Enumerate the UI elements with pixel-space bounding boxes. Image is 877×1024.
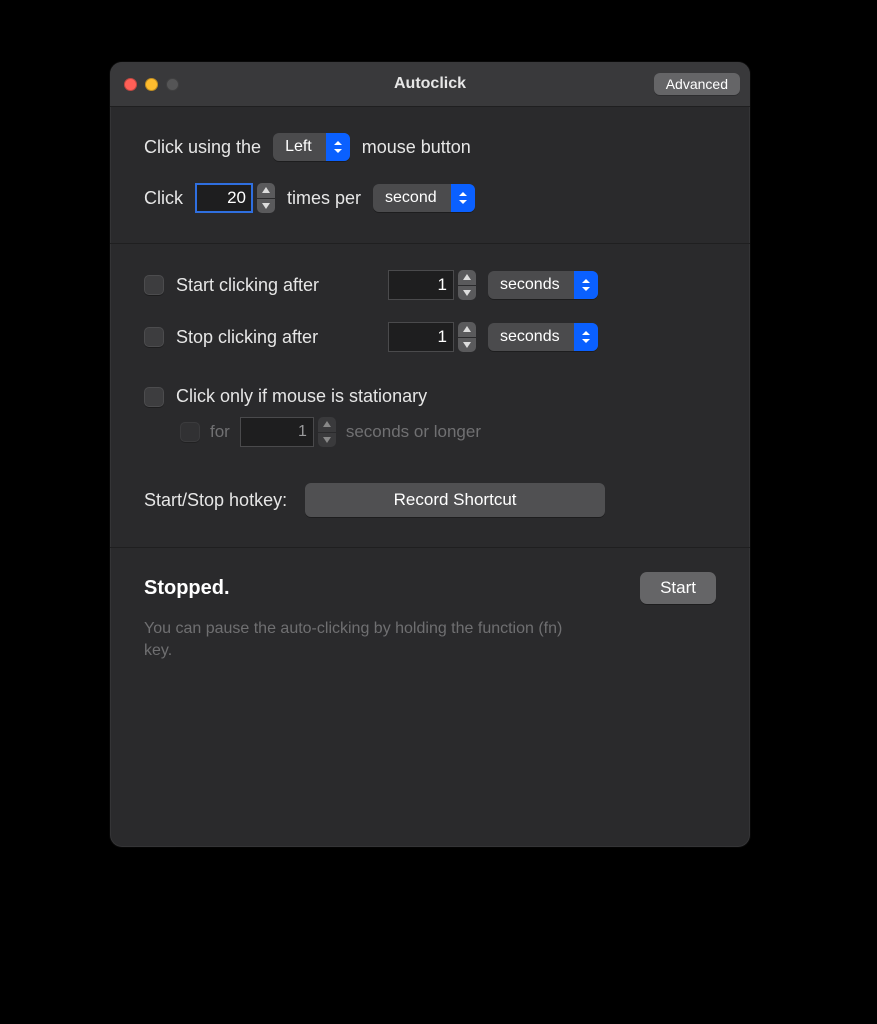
click-count-step-up[interactable]	[257, 183, 275, 198]
label-times-per: times per	[287, 188, 361, 209]
click-count-step-down[interactable]	[257, 199, 275, 214]
chevron-down-icon	[262, 203, 270, 209]
click-config-section: Click using the Left mouse button Click	[110, 107, 750, 244]
zoom-icon	[166, 78, 179, 91]
label-click-using-the: Click using the	[144, 137, 261, 158]
start-after-unit-value: seconds	[488, 271, 574, 299]
stop-after-step-up[interactable]	[458, 322, 476, 337]
chevron-up-icon	[463, 274, 471, 280]
stationary-for-suffix: seconds or longer	[346, 422, 481, 442]
stationary-for-input	[240, 417, 314, 447]
start-after-input[interactable]	[388, 270, 454, 300]
rate-unit-select[interactable]: second	[373, 184, 475, 212]
advanced-button[interactable]: Advanced	[654, 73, 740, 95]
mouse-button-row: Click using the Left mouse button	[144, 133, 716, 161]
stationary-checkbox[interactable]	[144, 387, 164, 407]
start-after-row: Start clicking after seconds	[144, 270, 716, 300]
click-count-wrap	[195, 183, 275, 213]
stop-after-stepper	[458, 322, 476, 352]
status-label: Stopped.	[144, 577, 230, 600]
chevron-up-icon	[463, 326, 471, 332]
chevron-up-icon	[323, 421, 331, 427]
label-mouse-button: mouse button	[362, 137, 471, 158]
traffic-lights	[124, 78, 179, 91]
hotkey-label: Start/Stop hotkey:	[144, 490, 287, 511]
start-after-step-up[interactable]	[458, 270, 476, 285]
mouse-button-select-value: Left	[273, 133, 326, 161]
stationary-for-row: for seconds or longer	[180, 417, 716, 447]
record-shortcut-button[interactable]: Record Shortcut	[305, 483, 605, 517]
stop-after-unit-select[interactable]: seconds	[488, 323, 598, 351]
click-count-stepper	[257, 183, 275, 213]
titlebar: Autoclick Advanced	[110, 62, 750, 107]
start-after-unit-select[interactable]: seconds	[488, 271, 598, 299]
chevron-up-down-icon	[451, 184, 475, 212]
hint-text: You can pause the auto-clicking by holdi…	[144, 618, 584, 661]
start-after-stepper	[458, 270, 476, 300]
chevron-down-icon	[323, 437, 331, 443]
stationary-for-step-up	[318, 417, 336, 432]
chevron-up-down-icon	[574, 323, 598, 351]
start-after-step-down[interactable]	[458, 286, 476, 301]
footer-top-row: Stopped. Start	[144, 572, 716, 604]
stop-after-checkbox[interactable]	[144, 327, 164, 347]
stationary-label: Click only if mouse is stationary	[176, 386, 427, 407]
stationary-for-step-down	[318, 433, 336, 448]
stationary-row: Click only if mouse is stationary	[144, 386, 716, 407]
rate-unit-select-value: second	[373, 184, 451, 212]
start-button[interactable]: Start	[640, 572, 716, 604]
start-after-wrap	[388, 270, 476, 300]
autoclick-window: Autoclick Advanced Click using the Left …	[110, 62, 750, 847]
stop-after-unit-value: seconds	[488, 323, 574, 351]
chevron-up-icon	[262, 187, 270, 193]
chevron-up-down-icon	[574, 271, 598, 299]
stop-after-step-down[interactable]	[458, 338, 476, 353]
stop-after-label: Stop clicking after	[176, 327, 376, 348]
stop-after-row: Stop clicking after seconds	[144, 322, 716, 352]
start-after-checkbox[interactable]	[144, 275, 164, 295]
stationary-for-stepper	[318, 417, 336, 447]
stationary-for-wrap	[240, 417, 336, 447]
stationary-for-label: for	[210, 422, 230, 442]
stop-after-input[interactable]	[388, 322, 454, 352]
chevron-up-down-icon	[326, 133, 350, 161]
click-rate-row: Click times per second	[144, 183, 716, 213]
chevron-down-icon	[463, 342, 471, 348]
timing-section: Start clicking after seconds Stop clicki…	[110, 244, 750, 548]
label-click: Click	[144, 188, 183, 209]
hotkey-row: Start/Stop hotkey: Record Shortcut	[144, 483, 716, 517]
minimize-icon[interactable]	[145, 78, 158, 91]
click-count-input[interactable]	[195, 183, 253, 213]
stationary-for-checkbox	[180, 422, 200, 442]
mouse-button-select[interactable]: Left	[273, 133, 350, 161]
close-icon[interactable]	[124, 78, 137, 91]
stop-after-wrap	[388, 322, 476, 352]
footer-section: Stopped. Start You can pause the auto-cl…	[110, 548, 750, 687]
start-after-label: Start clicking after	[176, 275, 376, 296]
chevron-down-icon	[463, 290, 471, 296]
